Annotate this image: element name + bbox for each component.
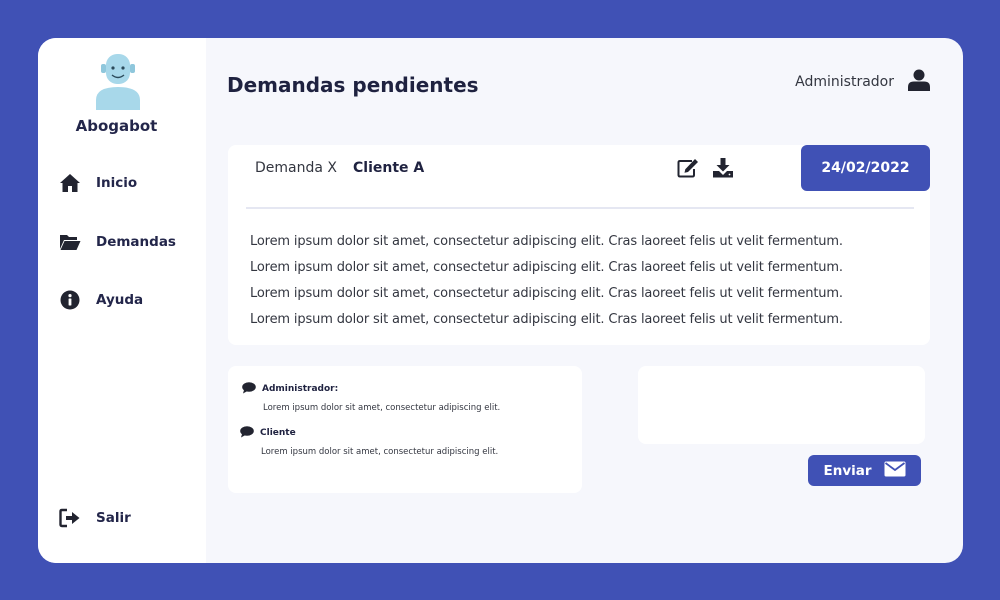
- demand-date: 24/02/2022: [821, 160, 910, 176]
- description-line: Lorem ipsum dolor sit amet, consectetur …: [250, 312, 843, 327]
- comment-text: Lorem ipsum dolor sit amet, consectetur …: [261, 447, 499, 457]
- edit-icon[interactable]: [676, 156, 700, 180]
- comment-icon: [242, 379, 256, 398]
- sidebar-item-ayuda[interactable]: Ayuda: [58, 288, 143, 312]
- user-icon: [908, 69, 930, 95]
- info-icon: [58, 288, 82, 312]
- comment-text: Lorem ipsum dolor sit amet, consectetur …: [263, 403, 501, 413]
- comment-item: Cliente Lorem ipsum dolor sit amet, cons…: [240, 423, 498, 457]
- page-title: Demandas pendientes: [227, 73, 479, 97]
- divider: [246, 207, 914, 209]
- comment-icon: [240, 423, 254, 442]
- envelope-icon: [884, 461, 906, 481]
- user-menu[interactable]: Administrador: [795, 69, 930, 95]
- reply-input[interactable]: [638, 366, 925, 444]
- demand-description: Lorem ipsum dolor sit amet, consectetur …: [250, 229, 920, 333]
- demand-name: Demanda X: [255, 160, 337, 176]
- sidebar-item-demandas[interactable]: Demandas: [58, 230, 176, 254]
- app-window: Abogabot Inicio Demandas Ayuda Salir Dem…: [38, 38, 963, 563]
- brand-name: Abogabot: [75, 117, 158, 135]
- comments-panel: Administrador: Lorem ipsum dolor sit ame…: [228, 366, 582, 493]
- sidebar-item-inicio[interactable]: Inicio: [58, 171, 137, 195]
- sidebar-item-label: Demandas: [96, 234, 176, 250]
- sidebar-item-label: Inicio: [96, 175, 138, 191]
- comment-author: Cliente: [260, 427, 296, 438]
- download-icon[interactable]: [711, 156, 735, 180]
- demand-card: Demanda X Cliente A 24/02/2022 Lorem ips…: [228, 145, 930, 345]
- robot-avatar-icon: [96, 54, 140, 110]
- description-line: Lorem ipsum dolor sit amet, consectetur …: [250, 234, 843, 249]
- sign-out-icon: [58, 506, 82, 530]
- send-label: Enviar: [823, 462, 872, 479]
- description-line: Lorem ipsum dolor sit amet, consectetur …: [250, 286, 843, 301]
- sidebar: Abogabot Inicio Demandas Ayuda Salir: [38, 38, 206, 563]
- user-name: Administrador: [795, 74, 894, 90]
- logout-label: Salir: [96, 510, 131, 526]
- comment-author: Administrador:: [262, 383, 339, 394]
- logout-button[interactable]: Salir: [58, 506, 131, 530]
- send-button[interactable]: Enviar: [808, 455, 921, 486]
- description-line: Lorem ipsum dolor sit amet, consectetur …: [250, 260, 843, 275]
- folder-open-icon: [58, 230, 82, 254]
- demand-client: Cliente A: [353, 160, 425, 176]
- sidebar-item-label: Ayuda: [96, 292, 144, 308]
- home-icon: [58, 171, 82, 195]
- demand-date-badge: 24/02/2022: [801, 145, 930, 191]
- comment-item: Administrador: Lorem ipsum dolor sit ame…: [242, 379, 500, 413]
